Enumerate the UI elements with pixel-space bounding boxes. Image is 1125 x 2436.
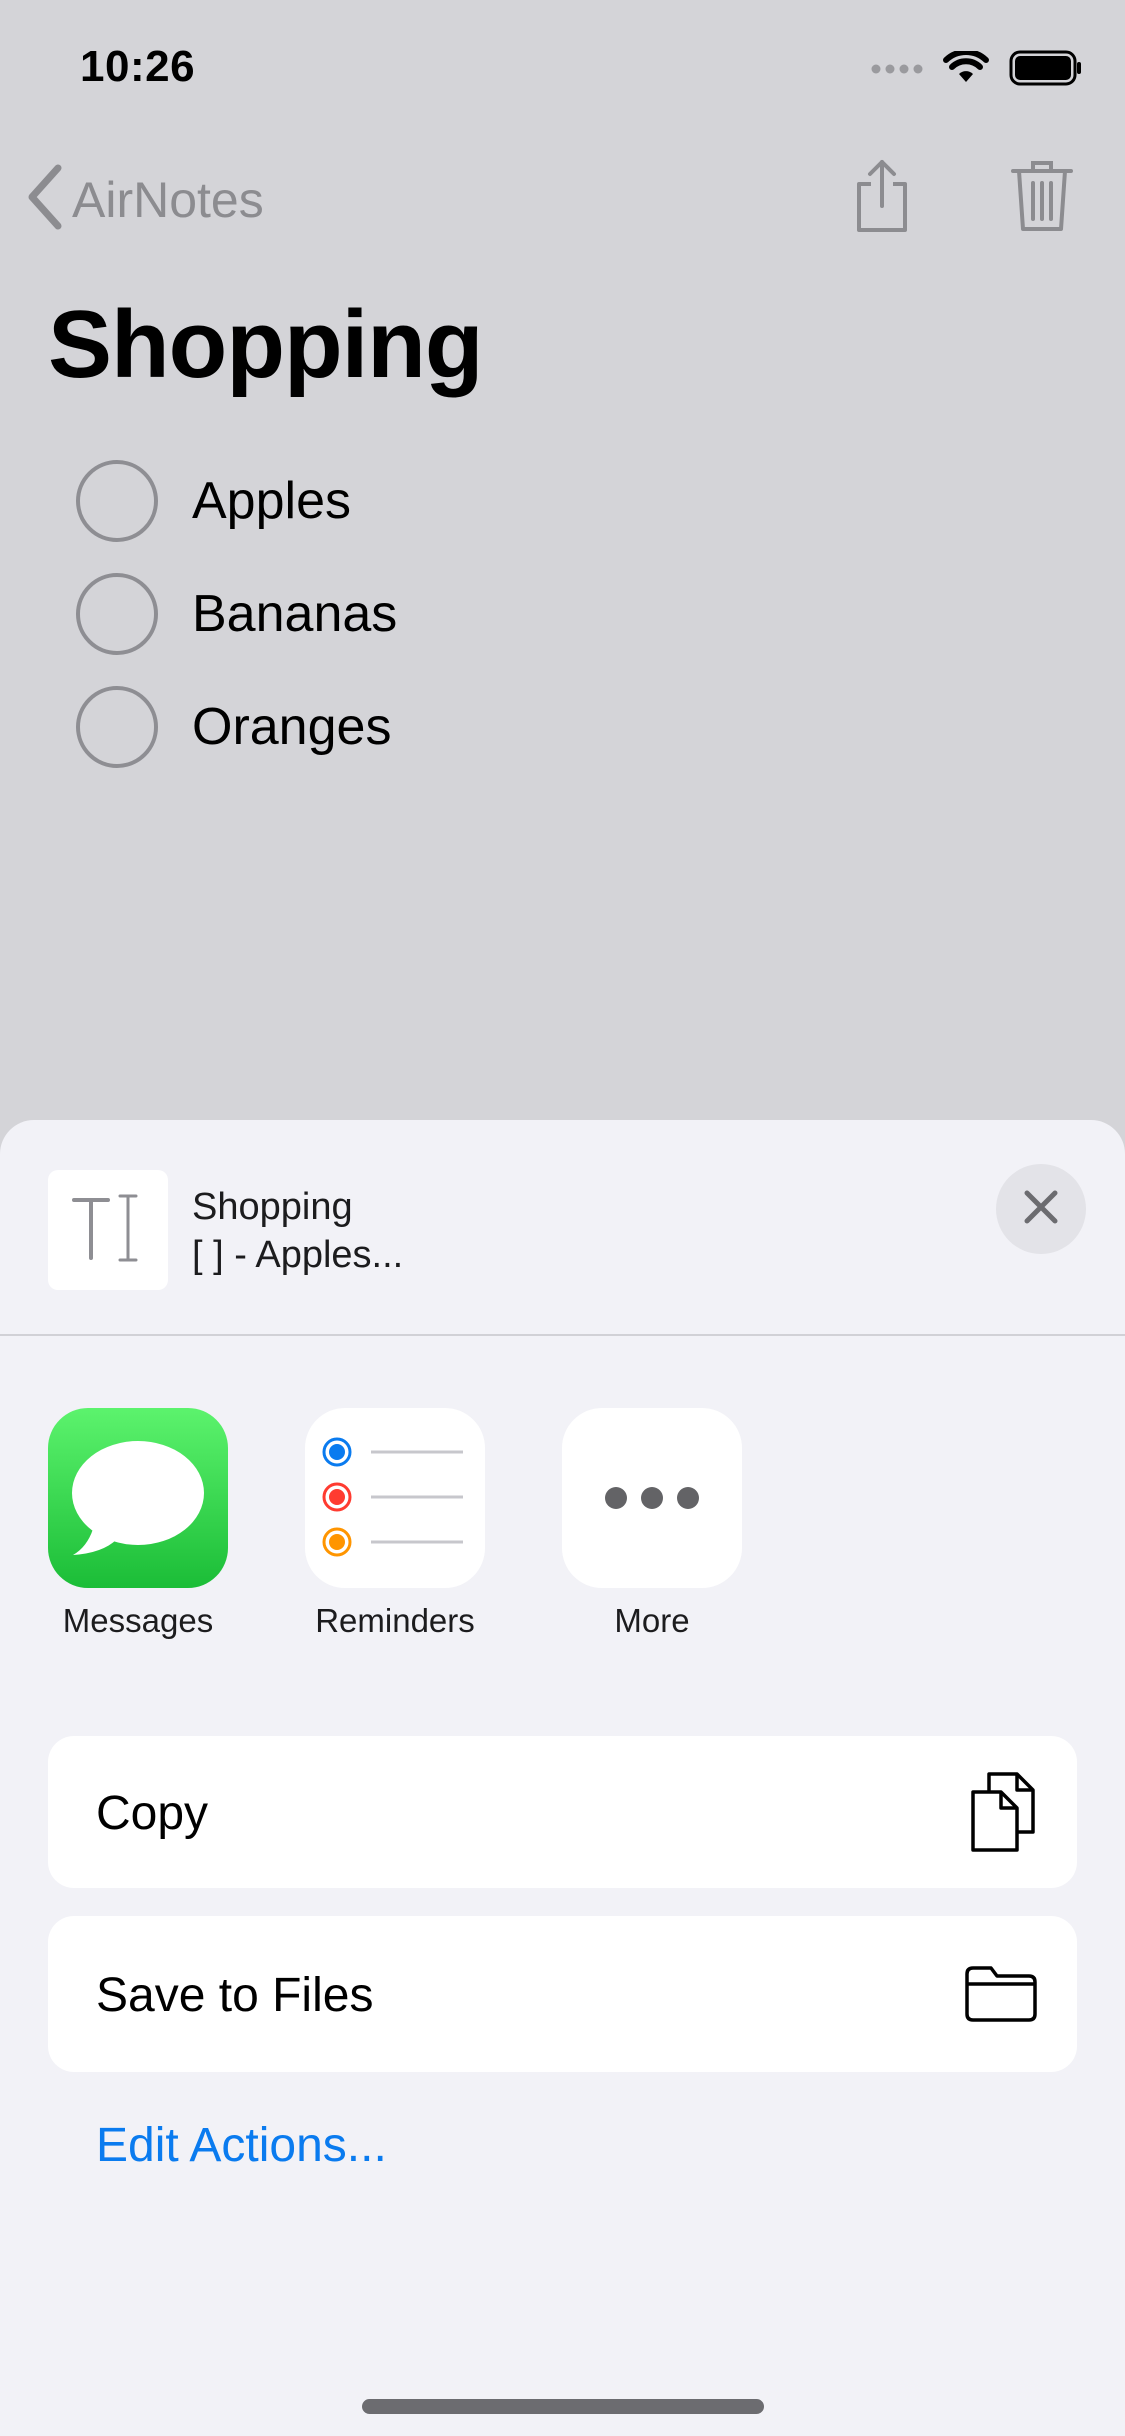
battery-icon [1009, 50, 1083, 91]
share-app-messages[interactable]: Messages [48, 1408, 228, 1640]
share-app-more[interactable]: More [562, 1408, 742, 1640]
chevron-left-icon [24, 164, 64, 235]
checklist-item-text[interactable]: Bananas [192, 584, 397, 644]
share-sheet-header: Shopping [ ] - Apples... [0, 1120, 1125, 1336]
status-indicators [871, 49, 1083, 91]
checklist-item: Oranges [76, 670, 397, 783]
more-icon [562, 1408, 742, 1588]
back-button[interactable]: AirNotes [24, 164, 264, 235]
wifi-icon [943, 49, 989, 90]
share-icon [851, 158, 913, 239]
edit-actions-link[interactable]: Edit Actions... [96, 2118, 387, 2173]
checklist-item: Apples [76, 444, 397, 557]
delete-button[interactable] [1002, 156, 1082, 240]
action-label: Save to Files [96, 1969, 374, 2022]
checklist-item-text[interactable]: Oranges [192, 697, 391, 757]
status-bar: 10:26 [0, 0, 1125, 140]
share-app-label: Reminders [315, 1602, 475, 1639]
share-preview-subtitle: [ ] - Apples... [192, 1234, 404, 1276]
folder-icon [963, 1964, 1039, 2029]
messages-icon [48, 1408, 228, 1588]
checkbox[interactable] [76, 459, 158, 542]
copy-icon [967, 1768, 1039, 1859]
close-button[interactable] [996, 1164, 1086, 1254]
checklist-item: Bananas [76, 557, 397, 670]
share-app-reminders[interactable]: Reminders [305, 1408, 485, 1640]
save-to-files-action[interactable]: Save to Files [48, 1916, 1077, 2072]
action-label: Copy [96, 1787, 209, 1840]
trash-icon [1011, 159, 1073, 238]
share-app-label: Messages [62, 1602, 214, 1639]
back-label: AirNotes [72, 171, 264, 228]
share-sheet: Shopping [ ] - Apples... Messages Remind… [0, 1120, 1125, 2436]
cellular-signal-icon [871, 62, 923, 80]
share-apps-row: Messages Reminders More [0, 1408, 1125, 1668]
note-title: Shopping [48, 291, 484, 398]
home-indicator[interactable] [362, 2399, 764, 2414]
close-icon [1023, 1189, 1059, 1230]
checklist: Apples Bananas Oranges [76, 444, 397, 783]
note-thumbnail [48, 1170, 168, 1290]
share-preview-title: Shopping [192, 1186, 353, 1228]
text-cursor-icon [68, 1190, 148, 1271]
checkbox[interactable] [76, 685, 158, 768]
navigation-bar: AirNotes [0, 150, 1125, 250]
copy-action[interactable]: Copy [48, 1736, 1077, 1888]
share-button[interactable] [842, 156, 922, 240]
status-time: 10:26 [80, 42, 196, 91]
checkbox[interactable] [76, 572, 158, 655]
checklist-item-text[interactable]: Apples [192, 471, 351, 531]
share-app-label: More [614, 1602, 690, 1639]
reminders-icon [305, 1408, 485, 1588]
